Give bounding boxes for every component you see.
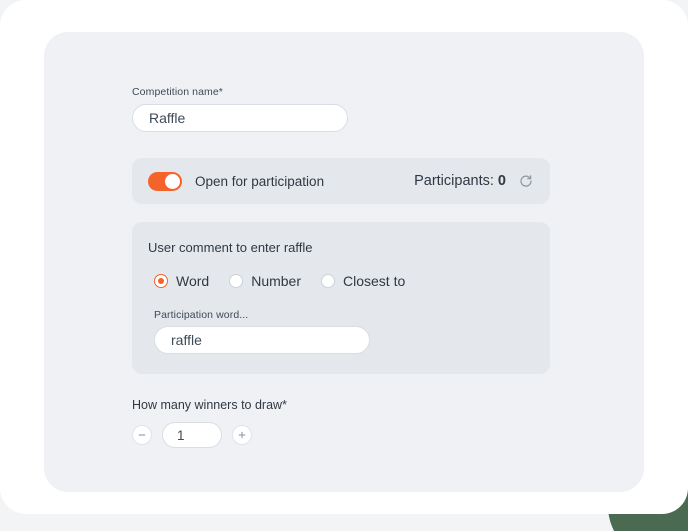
window-frame: Competition name* Raffle Open for partic… [0,0,688,514]
participants-label: Participants: [414,173,494,189]
competition-settings-card: Competition name* Raffle Open for partic… [44,32,644,492]
winners-increment-button[interactable] [232,425,252,445]
participants-value: 0 [497,173,506,189]
user-comment-panel: User comment to enter raffle Word Number… [132,222,550,374]
winners-stepper: 1 [132,422,556,448]
toggle-knob [165,173,180,189]
radio-label-closest-to: Closest to [343,273,406,289]
plus-icon [238,431,246,439]
participation-panel: Open for participation Participants: 0 [132,158,550,204]
participation-word-label: Participation word... [154,309,249,321]
refresh-icon [520,175,532,187]
radio-option-closest-to[interactable]: Closest to [321,273,405,289]
competition-name-field: Competition name* Raffle [132,86,556,132]
winners-label: How many winners to draw* [132,398,287,412]
participants-group: Participants: 0 [414,173,534,189]
winners-decrement-button[interactable] [132,425,152,445]
radio-mark-word [154,274,168,288]
radio-mark-closest-to [321,274,335,288]
participants-count-text: Participants: 0 [414,173,506,189]
participation-word-input[interactable]: raffle [154,326,370,354]
competition-name-label: Competition name* [132,86,223,98]
radio-option-word[interactable]: Word [154,273,209,289]
competition-name-input[interactable]: Raffle [132,104,348,132]
comment-type-radio-group: Word Number Closest to [154,273,534,289]
refresh-participants-button[interactable] [518,173,534,189]
minus-icon [138,434,146,436]
participation-word-field: Participation word... raffle [154,309,534,354]
radio-option-number[interactable]: Number [229,273,301,289]
winners-count-input[interactable]: 1 [162,422,222,448]
radio-mark-number [229,274,244,288]
open-for-participation-label: Open for participation [195,173,325,189]
radio-label-word: Word [176,273,210,289]
radio-label-number: Number [251,273,301,289]
open-for-participation-toggle[interactable] [148,171,182,191]
user-comment-title: User comment to enter raffle [148,240,313,255]
